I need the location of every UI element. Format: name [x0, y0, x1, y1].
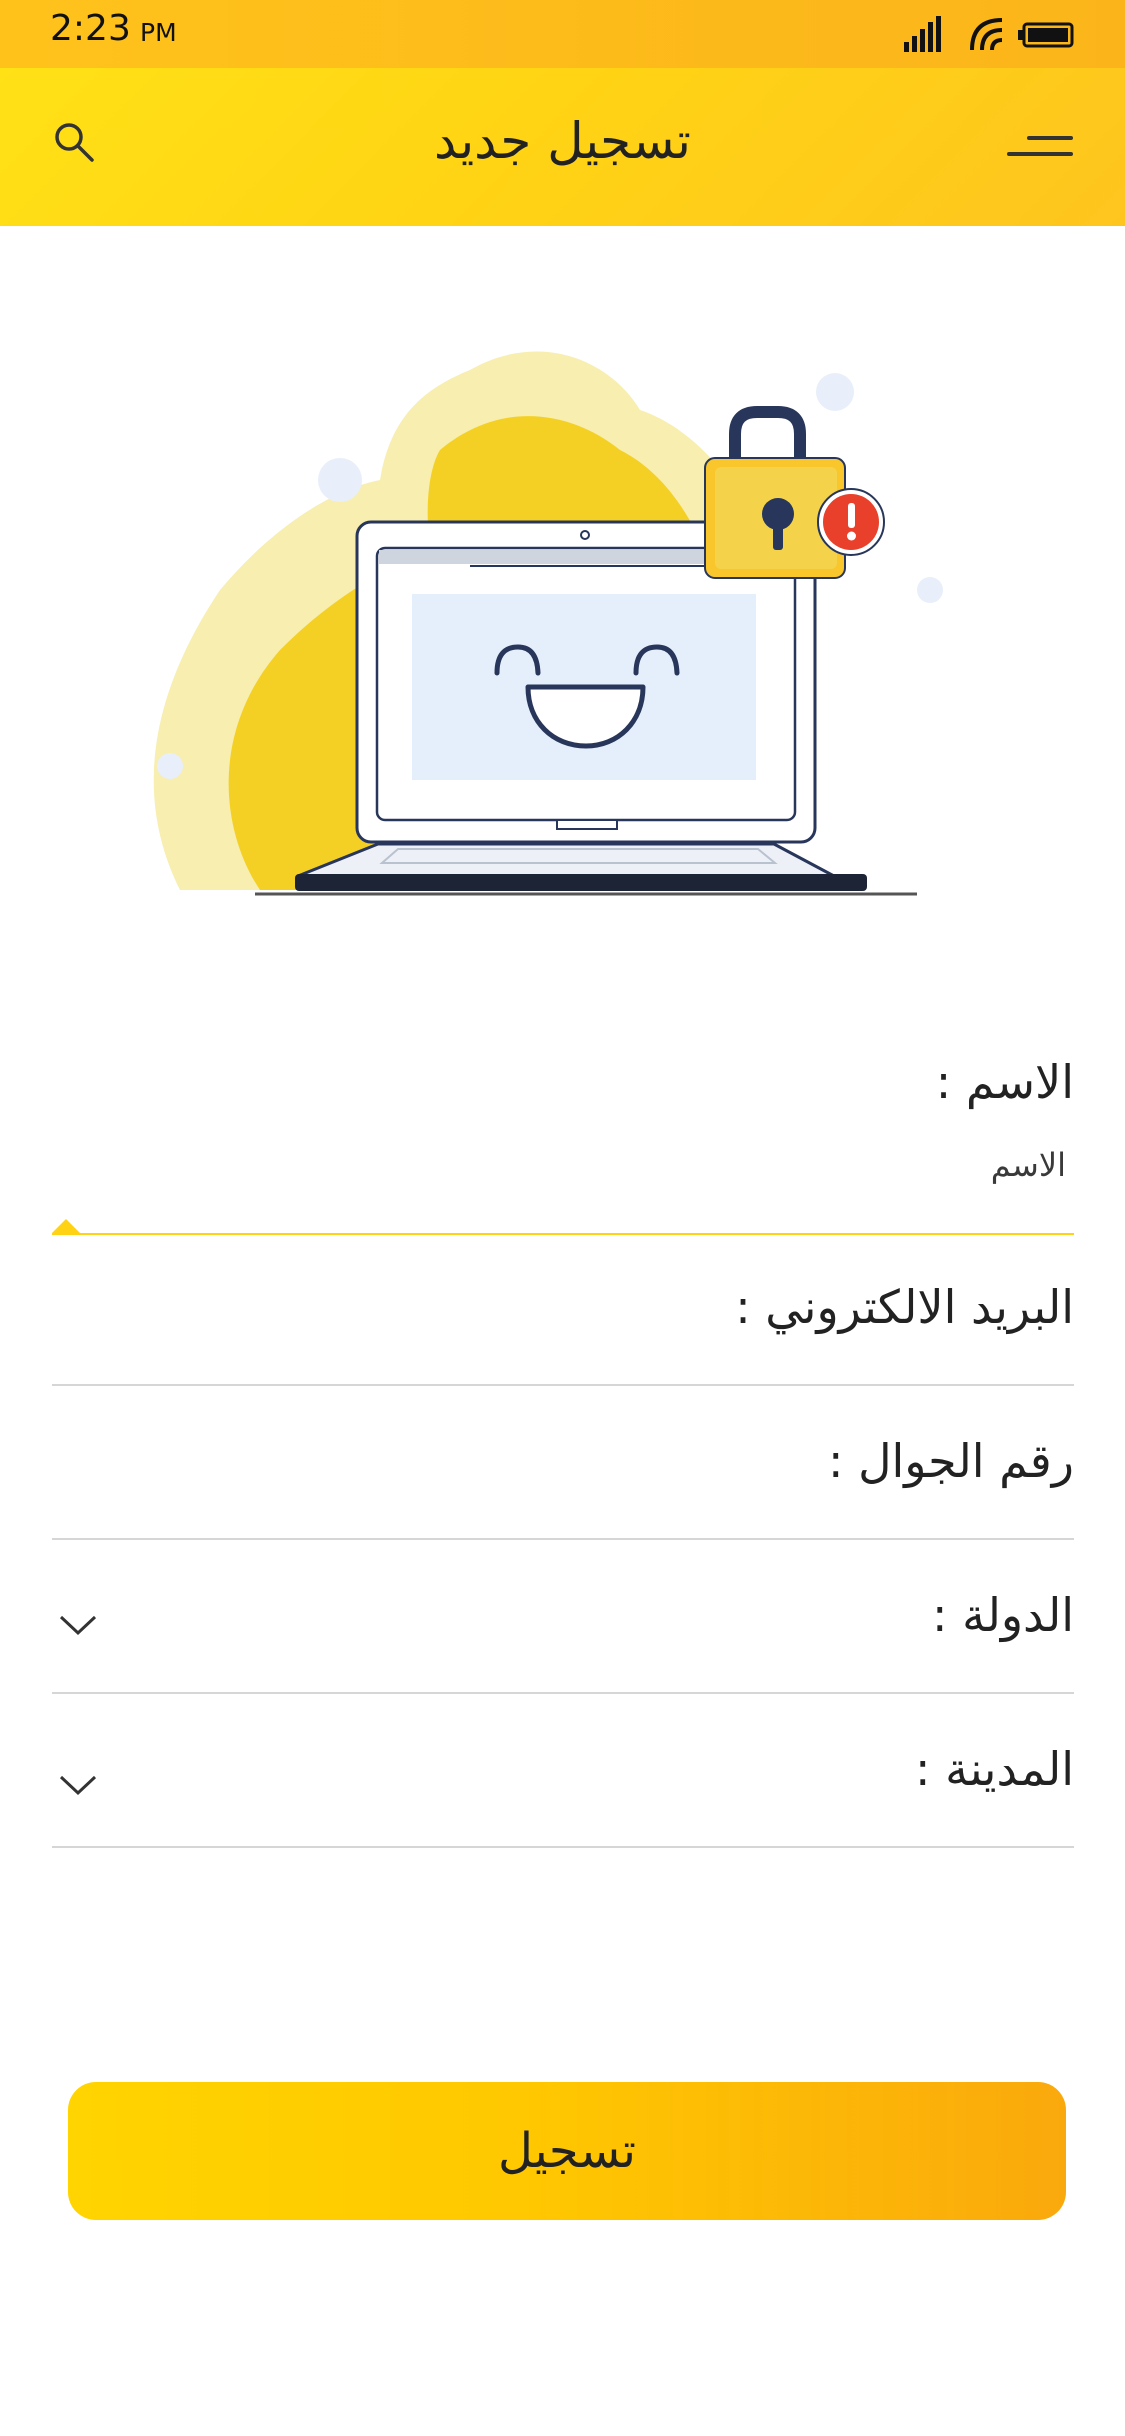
page-title: تسجيل جديد: [434, 112, 691, 170]
name-underline: [52, 1233, 1074, 1235]
email-underline: [52, 1384, 1074, 1386]
phone-field[interactable]: رقم الجوال :: [52, 1434, 1074, 1540]
battery-icon: [1018, 22, 1074, 48]
status-icons: [904, 16, 1074, 52]
city-select[interactable]: المدينة :: [52, 1742, 1074, 1848]
register-button-label: تسجيل: [498, 2123, 636, 2179]
status-time: 2:23: [50, 8, 131, 49]
phone-label: رقم الجوال :: [827, 1434, 1074, 1488]
email-field[interactable]: البريد الالكتروني :: [52, 1280, 1074, 1386]
status-bar: 2:23 PM: [0, 0, 1125, 68]
email-label: البريد الالكتروني :: [735, 1280, 1074, 1334]
wifi-icon: [970, 18, 1003, 51]
name-field: الاسم :: [52, 1055, 1074, 1235]
name-label: الاسم :: [935, 1055, 1074, 1109]
chevron-down-icon[interactable]: [58, 1772, 98, 1798]
chevron-down-icon[interactable]: [58, 1612, 98, 1638]
country-label: الدولة :: [932, 1588, 1074, 1642]
status-ampm: PM: [140, 18, 177, 47]
name-input[interactable]: [466, 1143, 1066, 1187]
register-button[interactable]: تسجيل: [68, 2082, 1066, 2220]
city-underline: [52, 1846, 1074, 1848]
signal-icon: [904, 16, 941, 52]
menu-icon[interactable]: [1007, 128, 1073, 162]
app-bar: تسجيل جديد: [0, 68, 1125, 226]
country-select[interactable]: الدولة :: [52, 1588, 1074, 1694]
country-underline: [52, 1692, 1074, 1694]
phone-underline: [52, 1538, 1074, 1540]
laptop-lock-illustration: [153, 351, 943, 896]
input-caret: [52, 1219, 80, 1233]
city-label: المدينة :: [914, 1742, 1074, 1796]
